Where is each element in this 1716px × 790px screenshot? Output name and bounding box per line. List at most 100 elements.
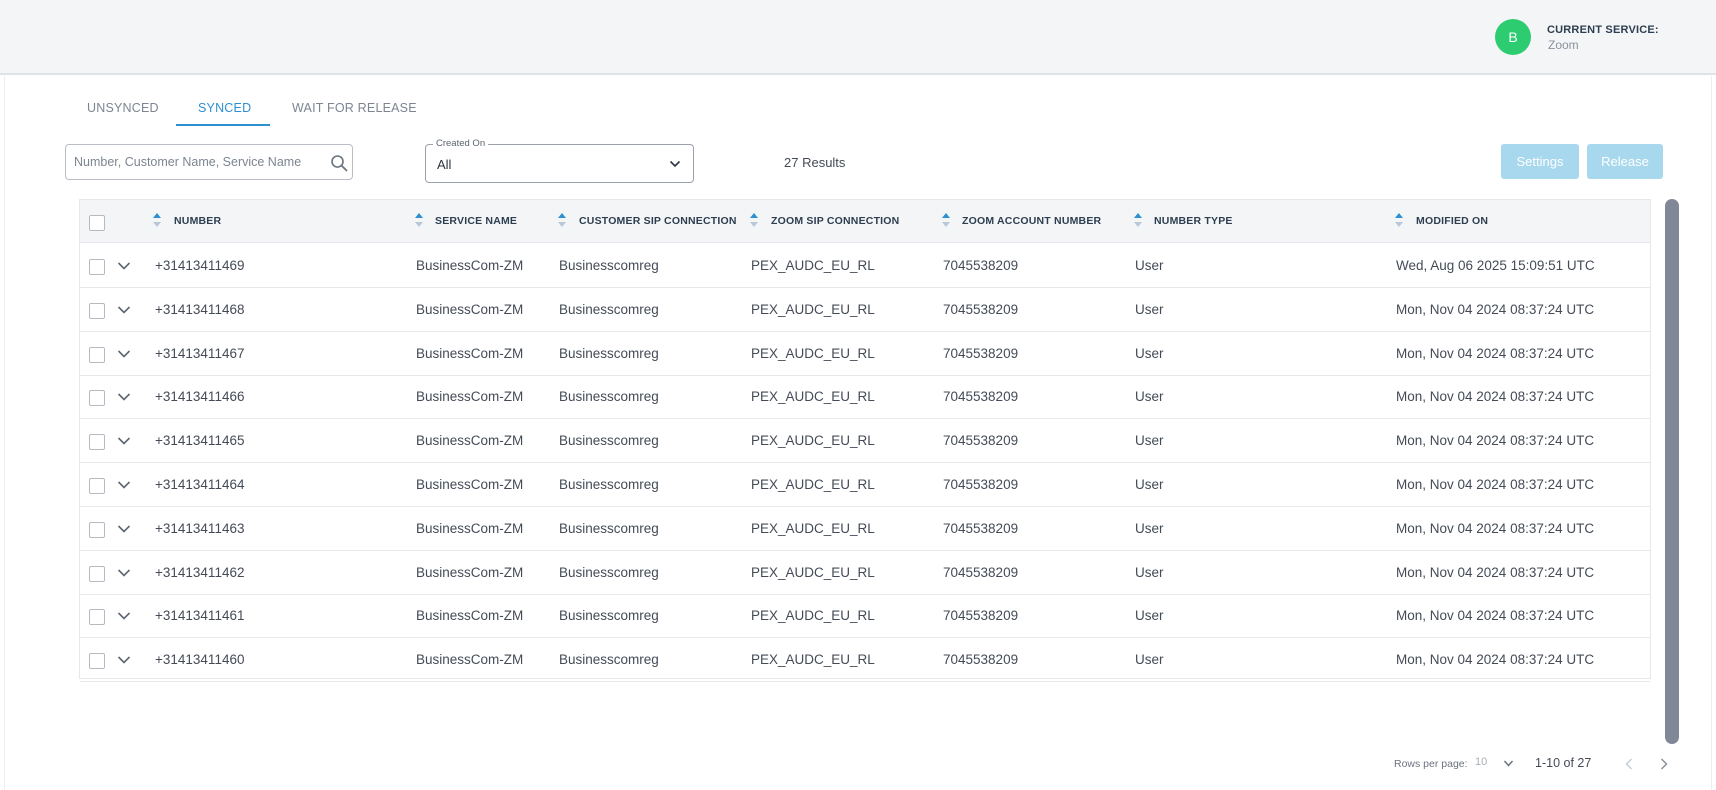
column-header-number[interactable]: NUMBER bbox=[174, 215, 221, 227]
cell-zoom-sip-connection: PEX_AUDC_EU_RL bbox=[751, 564, 875, 580]
cell-zoom-account-number: 7045538209 bbox=[943, 258, 1019, 273]
row-checkbox[interactable] bbox=[89, 521, 105, 538]
search-input[interactable] bbox=[74, 153, 320, 171]
created-on-label: Created On bbox=[433, 138, 489, 149]
column-header-service-name[interactable]: SERVICE NAME bbox=[435, 215, 517, 227]
row-checkbox[interactable] bbox=[89, 478, 105, 494]
table-row[interactable]: +31413411464 BusinessCom-ZM Businesscomreg… bbox=[80, 463, 1650, 507]
created-on-select[interactable]: Created On All bbox=[425, 138, 694, 183]
table-row[interactable]: +31413411461 BusinessCom-ZM Businesscomreg… bbox=[80, 594, 1650, 639]
cell-customer-sip-connection: Businesscomreg bbox=[559, 520, 659, 536]
tab-synced[interactable]: SYNCED bbox=[198, 101, 251, 115]
search-icon[interactable] bbox=[330, 154, 348, 172]
search-box bbox=[65, 144, 353, 180]
cell-zoom-account-number: 7045538209 bbox=[943, 652, 1019, 668]
row-checkbox[interactable] bbox=[89, 609, 105, 626]
chevron-down-icon[interactable] bbox=[117, 436, 131, 446]
settings-button[interactable]: Settings bbox=[1501, 144, 1579, 179]
table-row[interactable]: +31413411465 BusinessCom-ZM Businesscomreg… bbox=[80, 419, 1650, 464]
cell-zoom-sip-connection: PEX_AUDC_EU_RL bbox=[751, 433, 875, 449]
numbers-table: NUMBER SERVICE NAME CUSTOMER SIP CONNECT… bbox=[79, 199, 1651, 683]
chevron-down-icon[interactable] bbox=[117, 655, 131, 665]
vertical-scrollbar[interactable] bbox=[1665, 199, 1679, 744]
row-checkbox[interactable] bbox=[89, 302, 105, 319]
select-all-checkbox[interactable] bbox=[89, 215, 105, 231]
rows-per-page-select[interactable]: 10 bbox=[1475, 756, 1487, 768]
cell-zoom-sip-connection: PEX_AUDC_EU_RL bbox=[751, 652, 875, 668]
cell-zoom-account-number: 7045538209 bbox=[943, 564, 1019, 580]
sort-arrows-icon[interactable] bbox=[750, 213, 758, 227]
rows-per-page-label: Rows per page: bbox=[1394, 758, 1468, 770]
row-checkbox[interactable] bbox=[89, 565, 105, 582]
cell-service-name: BusinessCom-ZM bbox=[416, 258, 524, 273]
top-header: B CURRENT SERVICE: Zoom bbox=[0, 0, 1716, 75]
table-row[interactable]: +31413411466 BusinessCom-ZM Businesscomreg… bbox=[80, 375, 1650, 420]
column-header-zoom-sip-connection[interactable]: ZOOM SIP CONNECTION bbox=[771, 215, 899, 227]
sort-arrows-icon[interactable] bbox=[1134, 213, 1142, 227]
cell-service-name: BusinessCom-ZM bbox=[416, 301, 524, 317]
cell-customer-sip-connection: Businesscomreg bbox=[559, 652, 659, 668]
chevron-down-icon[interactable] bbox=[117, 392, 131, 402]
cell-number: +31413411462 bbox=[155, 564, 245, 580]
cell-service-name: BusinessCom-ZM bbox=[416, 433, 524, 449]
cell-modified-on: Mon, Nov 04 2024 08:37:24 UTC bbox=[1396, 564, 1595, 580]
cell-number: +31413411469 bbox=[155, 258, 245, 273]
table-row[interactable]: +31413411468 BusinessCom-ZM Businesscomreg… bbox=[80, 288, 1650, 332]
sort-arrows-icon[interactable] bbox=[153, 213, 161, 227]
table-row[interactable]: +31413411463 BusinessCom-ZM Businesscomreg… bbox=[80, 507, 1650, 551]
page-info: 1-10 of 27 bbox=[1535, 756, 1592, 770]
cell-zoom-account-number: 7045538209 bbox=[943, 433, 1019, 449]
table-row[interactable]: +31413411467 BusinessCom-ZM Businesscomreg… bbox=[80, 332, 1650, 376]
avatar[interactable]: B bbox=[1495, 19, 1531, 55]
chevron-down-icon[interactable] bbox=[1503, 759, 1514, 768]
table-row[interactable]: +31413411469 BusinessCom-ZM Businesscomreg… bbox=[80, 244, 1650, 288]
cell-number-type: User bbox=[1135, 258, 1164, 273]
chevron-down-icon[interactable] bbox=[117, 524, 131, 534]
sort-arrows-icon[interactable] bbox=[415, 213, 423, 227]
cell-number-type: User bbox=[1135, 389, 1164, 405]
chevron-down-icon[interactable] bbox=[117, 261, 131, 271]
chevron-down-icon[interactable] bbox=[117, 349, 131, 359]
cell-zoom-account-number: 7045538209 bbox=[943, 477, 1019, 492]
chevron-down-icon bbox=[669, 160, 681, 168]
cell-number-type: User bbox=[1135, 433, 1164, 449]
column-header-modified-on[interactable]: MODIFIED ON bbox=[1416, 215, 1488, 227]
cell-service-name: BusinessCom-ZM bbox=[416, 520, 524, 536]
tab-wait-for-release[interactable]: WAIT FOR RELEASE bbox=[292, 101, 417, 115]
cell-zoom-sip-connection: PEX_AUDC_EU_RL bbox=[751, 345, 875, 361]
column-header-zoom-account-number[interactable]: ZOOM ACCOUNT NUMBER bbox=[962, 215, 1101, 227]
chevron-right-icon[interactable] bbox=[1659, 757, 1669, 771]
row-checkbox[interactable] bbox=[89, 434, 105, 451]
cell-zoom-account-number: 7045538209 bbox=[943, 520, 1019, 536]
row-checkbox[interactable] bbox=[89, 390, 105, 407]
table-row[interactable]: +31413411460 BusinessCom-ZM Businesscomreg… bbox=[80, 638, 1650, 683]
release-button[interactable]: Release bbox=[1587, 144, 1663, 179]
results-count: 27 Results bbox=[784, 155, 846, 170]
sort-arrows-icon[interactable] bbox=[558, 213, 566, 227]
chevron-down-icon[interactable] bbox=[117, 611, 131, 621]
row-checkbox[interactable] bbox=[89, 346, 105, 363]
cell-service-name: BusinessCom-ZM bbox=[416, 345, 524, 361]
cell-number-type: User bbox=[1135, 345, 1164, 361]
cell-modified-on: Mon, Nov 04 2024 08:37:24 UTC bbox=[1396, 652, 1595, 668]
cell-number: +31413411465 bbox=[155, 433, 245, 449]
chevron-down-icon[interactable] bbox=[117, 568, 131, 578]
cell-number: +31413411466 bbox=[155, 389, 245, 405]
column-header-customer-sip-connection[interactable]: CUSTOMER SIP CONNECTION bbox=[579, 215, 737, 227]
cell-modified-on: Mon, Nov 04 2024 08:37:24 UTC bbox=[1396, 433, 1595, 449]
cell-number-type: User bbox=[1135, 564, 1164, 580]
table-row[interactable]: +31413411462 BusinessCom-ZM Businesscomreg… bbox=[80, 551, 1650, 595]
sort-arrows-icon[interactable] bbox=[1395, 213, 1403, 227]
cell-customer-sip-connection: Businesscomreg bbox=[559, 301, 659, 317]
sort-arrows-icon[interactable] bbox=[942, 213, 950, 227]
chevron-down-icon[interactable] bbox=[117, 305, 131, 315]
cell-customer-sip-connection: Businesscomreg bbox=[559, 258, 659, 273]
tab-unsynced[interactable]: UNSYNCED bbox=[87, 101, 159, 115]
cell-zoom-sip-connection: PEX_AUDC_EU_RL bbox=[751, 389, 875, 405]
cell-modified-on: Mon, Nov 04 2024 08:37:24 UTC bbox=[1396, 608, 1595, 624]
row-checkbox[interactable] bbox=[89, 259, 105, 275]
chevron-left-icon[interactable] bbox=[1624, 757, 1634, 771]
row-checkbox[interactable] bbox=[89, 653, 105, 670]
chevron-down-icon[interactable] bbox=[117, 480, 131, 490]
column-header-number-type[interactable]: NUMBER TYPE bbox=[1154, 215, 1233, 227]
